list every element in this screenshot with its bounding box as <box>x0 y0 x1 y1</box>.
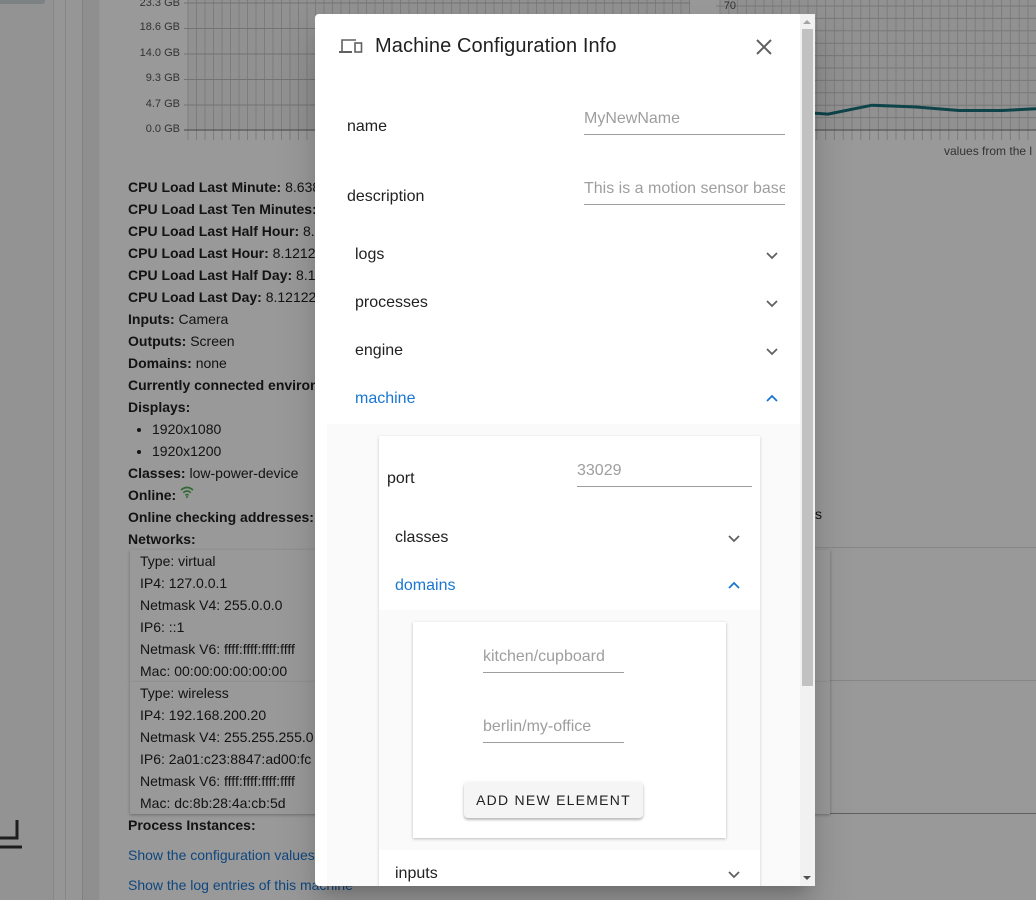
description-field-row: description <box>347 176 785 216</box>
machine-card: port classes domains ADD NEW ELEMENT <box>379 436 760 886</box>
chevron-down-icon <box>728 535 740 543</box>
name-label: name <box>347 118 388 135</box>
chevron-down-icon <box>728 871 740 879</box>
chevron-up-icon <box>766 394 778 402</box>
chevron-down-icon <box>766 252 778 260</box>
section-processes[interactable]: processes <box>355 279 779 327</box>
scroll-up-arrow-icon[interactable] <box>803 20 811 24</box>
chevron-up-icon <box>728 581 740 589</box>
machine-config-dialog: Machine Configuration Info name descript… <box>315 14 815 886</box>
section-machine[interactable]: machine <box>355 375 779 423</box>
description-input[interactable] <box>584 180 785 205</box>
domain-input[interactable] <box>483 718 624 743</box>
name-field-row: name <box>347 106 785 146</box>
dialog-header: Machine Configuration Info <box>339 32 617 60</box>
domain-input[interactable] <box>483 648 624 673</box>
dialog-title: Machine Configuration Info <box>375 34 617 57</box>
section-engine[interactable]: engine <box>355 327 779 375</box>
scrollbar-thumb[interactable] <box>802 29 813 686</box>
description-label: description <box>347 188 425 205</box>
subsection-classes[interactable]: classes <box>395 514 741 562</box>
dialog-scrollbar[interactable] <box>800 14 815 886</box>
domains-card: ADD NEW ELEMENT <box>413 622 726 838</box>
domains-panel: ADD NEW ELEMENT <box>379 610 760 850</box>
close-icon[interactable] <box>751 34 777 60</box>
subsection-domains[interactable]: domains <box>395 562 741 610</box>
port-label: port <box>387 470 415 487</box>
section-logs[interactable]: logs <box>355 231 779 279</box>
devices-icon <box>339 39 363 53</box>
subsection-inputs[interactable]: inputs <box>395 850 741 886</box>
chevron-down-icon <box>766 300 778 308</box>
scroll-down-arrow-icon[interactable] <box>803 876 811 880</box>
name-input[interactable] <box>584 110 785 135</box>
dialog-content: Machine Configuration Info name descript… <box>315 14 800 886</box>
add-new-element-button[interactable]: ADD NEW ELEMENT <box>464 782 643 818</box>
port-input[interactable] <box>577 462 752 487</box>
machine-panel: port classes domains ADD NEW ELEMENT <box>327 424 800 886</box>
chevron-down-icon <box>766 348 778 356</box>
